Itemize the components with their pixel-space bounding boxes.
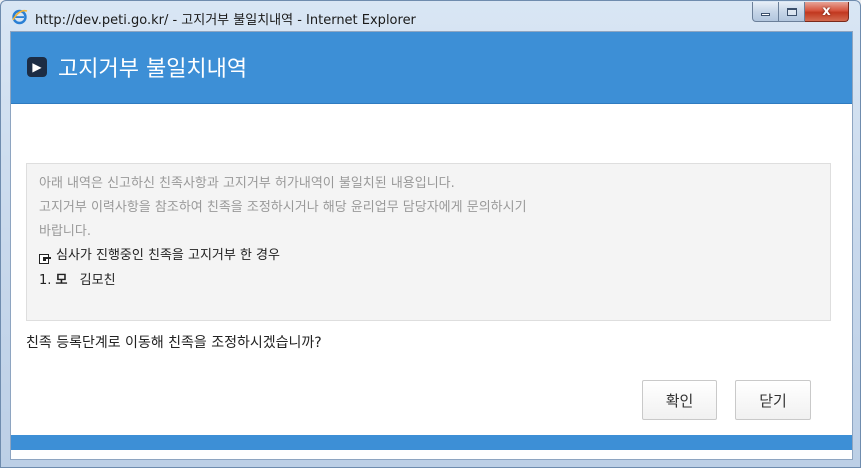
internet-explorer-icon	[11, 8, 28, 25]
relative-relation: 모	[55, 273, 68, 288]
title-bar[interactable]: http://dev.peti.go.kr/ - 고지거부 불일치내역 - In…	[1, 1, 860, 31]
pointing-hand-icon	[39, 250, 52, 264]
close-button[interactable]: 닫기	[735, 380, 811, 420]
window-close-button[interactable]: x	[805, 2, 849, 22]
case-heading: 심사가 진행중인 친족을 고지거부 한 경우	[39, 244, 818, 268]
dialog-header: ▶ 고지거부 불일치내역	[11, 32, 852, 104]
maximize-icon	[786, 7, 797, 16]
caption-buttons: x	[752, 2, 849, 22]
minimize-button[interactable]	[752, 2, 779, 22]
close-icon: x	[822, 4, 831, 19]
arrow-right-icon: ▶	[27, 57, 47, 77]
notice-line: 고지거부 이력사항을 참조하여 친족을 조정하시거나 해당 윤리업무 담당자에게…	[39, 200, 527, 215]
minimize-icon	[761, 13, 770, 16]
dialog-content: ▶ 고지거부 불일치내역 아래 내역은 신고하신 친족사항과 고지거부 허가내역…	[10, 31, 853, 460]
notice-line: 아래 내역은 신고하신 친족사항과 고지거부 허가내역이 불일치된 내용입니다.	[39, 176, 455, 191]
confirm-question: 친족 등록단계로 이동해 친족을 조정하시겠습니까?	[26, 335, 322, 351]
notice-line: 바랍니다.	[39, 224, 91, 239]
relative-name: 김모친	[79, 273, 116, 288]
window-title: http://dev.peti.go.kr/ - 고지거부 불일치내역 - In…	[35, 13, 416, 28]
footer-bar	[11, 435, 852, 450]
browser-window: http://dev.peti.go.kr/ - 고지거부 불일치내역 - In…	[0, 0, 861, 468]
dialog-title: 고지거부 불일치내역	[58, 57, 248, 82]
relative-item: 1. 모 김모친	[39, 268, 818, 294]
confirm-button[interactable]: 확인	[642, 380, 717, 420]
relative-index: 1.	[39, 273, 52, 288]
notice-box: 아래 내역은 신고하신 친족사항과 고지거부 허가내역이 불일치된 내용입니다.…	[26, 163, 831, 321]
case-label: 심사가 진행중인 친족을 고지거부 한 경우	[56, 248, 280, 263]
maximize-button[interactable]	[779, 2, 805, 22]
